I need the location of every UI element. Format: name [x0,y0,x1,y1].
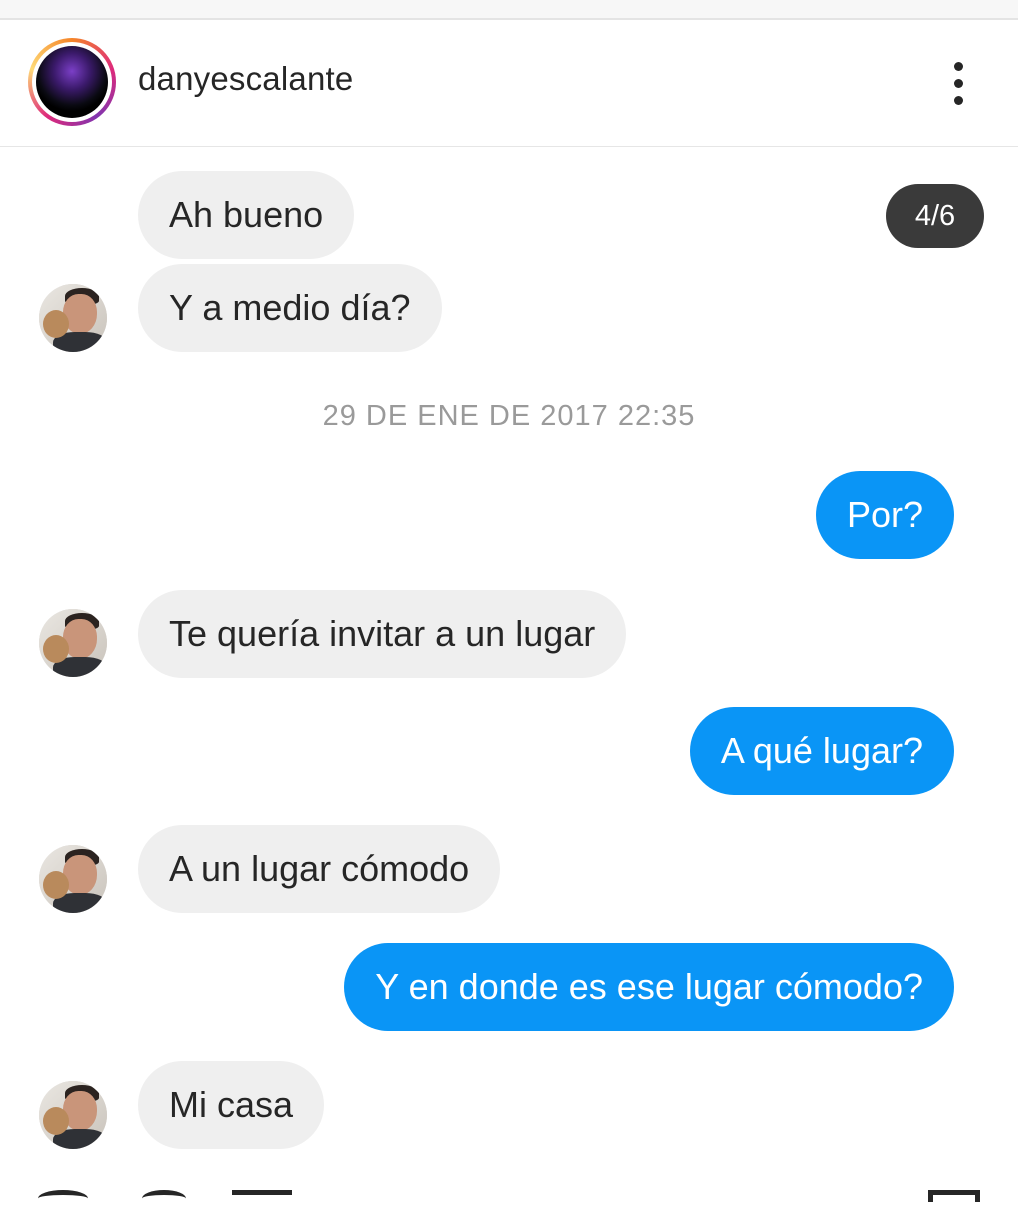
message-bubble-incoming[interactable]: Mi casa [138,1061,325,1149]
message-bubble-outgoing[interactable]: Por? [815,471,954,559]
username[interactable]: danyescalante [138,60,353,98]
bookmark-icon[interactable] [928,1190,980,1202]
message-bubble-incoming[interactable]: Y a medio día? [138,264,442,352]
message-bubble-incoming[interactable]: Ah bueno [138,171,355,259]
comment-icon[interactable] [142,1190,186,1207]
message-bubble-outgoing[interactable]: A qué lugar? [689,707,954,795]
profile-avatar[interactable] [28,38,116,126]
heart-icon[interactable] [38,1190,88,1207]
sender-avatar[interactable] [39,1081,107,1149]
message-bubble-outgoing[interactable]: Y en donde es ese lugar cómodo? [344,943,954,1031]
sender-avatar[interactable] [39,284,107,352]
message-bubble-incoming[interactable]: Te quería invitar a un lugar [138,590,627,678]
profile-photo [36,46,108,118]
page-indicator-badge: 4/6 [886,184,984,248]
status-strip [0,0,1018,20]
message-bubble-incoming[interactable]: A un lugar cómodo [138,825,501,913]
conversation-timestamp: 29 DE ENE DE 2017 22:35 [322,400,696,432]
sender-avatar[interactable] [39,609,107,677]
share-icon[interactable] [232,1190,292,1207]
sender-avatar[interactable] [39,845,107,913]
chat-header: danyescalante [0,20,1018,147]
more-options-icon[interactable] [940,60,980,106]
